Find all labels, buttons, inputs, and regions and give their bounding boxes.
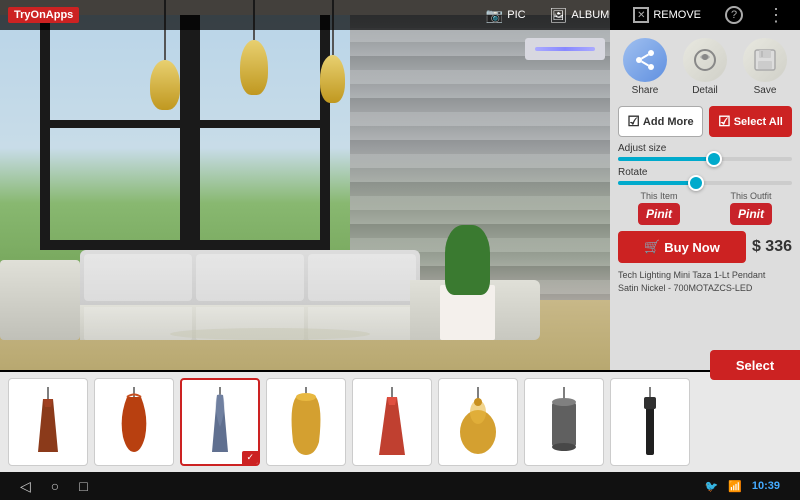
pinit-section: This Item Pinit This Outfit Pinit bbox=[618, 191, 792, 225]
brand-badge: TryOnApps bbox=[8, 7, 79, 23]
table-reflection bbox=[170, 328, 370, 340]
lamp-thumb-5[interactable] bbox=[352, 378, 432, 466]
sofa-back-section-3 bbox=[308, 254, 416, 301]
sofa-back bbox=[80, 250, 420, 305]
this-item-col: This Item Pinit bbox=[618, 191, 700, 225]
save-icon bbox=[743, 38, 787, 82]
status-bar-right: 🐦 📶 10:39 bbox=[704, 480, 780, 493]
wifi-icon: 📶 bbox=[728, 480, 742, 493]
ac-unit bbox=[525, 38, 605, 60]
sofa bbox=[80, 250, 420, 340]
lamp-thumb-1[interactable] bbox=[8, 378, 88, 466]
select-label: Select bbox=[736, 358, 774, 373]
album-button[interactable]: 🖼 ALBUM bbox=[544, 5, 616, 26]
rotate-fill bbox=[618, 181, 696, 185]
remove-button[interactable]: ✕ REMOVE bbox=[627, 5, 707, 25]
camera-icon: 📷 bbox=[486, 7, 503, 24]
window-crossbar-1 bbox=[40, 120, 190, 128]
pendant-shade-2 bbox=[240, 40, 268, 95]
sofa-back-section-1 bbox=[84, 254, 192, 301]
app: TryOnApps 📷 PIC 🖼 ALBUM ✕ REMOVE ? ⋮ bbox=[0, 0, 800, 500]
pic-button[interactable]: 📷 PIC bbox=[480, 5, 532, 26]
pinit-this-outfit-label: Pinit bbox=[738, 207, 764, 221]
buy-now-button[interactable]: 🛒 Buy Now bbox=[618, 231, 746, 263]
help-icon: ? bbox=[725, 6, 743, 24]
lamp-thumb-6[interactable] bbox=[438, 378, 518, 466]
bottom-strip: ✓ bbox=[0, 372, 800, 472]
save-button[interactable]: Save bbox=[743, 38, 787, 96]
pendant-shade-3 bbox=[320, 55, 345, 103]
sofa-back-section-2 bbox=[196, 254, 304, 301]
adjust-size-thumb[interactable] bbox=[706, 151, 722, 167]
plant bbox=[440, 285, 495, 340]
rotate-track[interactable] bbox=[618, 181, 792, 185]
lamp-thumb-2[interactable] bbox=[94, 378, 174, 466]
action-buttons-row: ☑ Add More ☑ Select All bbox=[618, 106, 792, 137]
chair bbox=[0, 260, 80, 340]
clock: 10:39 bbox=[752, 480, 780, 492]
this-outfit-col: This Outfit Pinit bbox=[710, 191, 792, 225]
nav-bar: ◁ ○ □ 🐦 📶 10:39 bbox=[0, 472, 800, 500]
album-icon: 🖼 bbox=[550, 7, 568, 24]
share-button[interactable]: Share bbox=[623, 38, 667, 96]
detail-icon bbox=[683, 38, 727, 82]
lamp-thumb-4[interactable] bbox=[266, 378, 346, 466]
add-more-button[interactable]: ☑ Add More bbox=[618, 106, 703, 137]
price-tag: $ 336 bbox=[752, 238, 792, 256]
pendant-shade-1 bbox=[150, 60, 180, 110]
panel-icons-row: Share Detail bbox=[623, 38, 787, 96]
detail-button[interactable]: Detail bbox=[683, 38, 727, 96]
add-icon: ☑ bbox=[627, 113, 640, 130]
adjust-size-fill bbox=[618, 157, 714, 161]
twitter-icon: 🐦 bbox=[704, 480, 718, 493]
main-scene bbox=[0, 0, 610, 370]
lamp-thumb-8[interactable] bbox=[610, 378, 690, 466]
selected-indicator: ✓ bbox=[242, 451, 258, 464]
more-icon: ⋮ bbox=[767, 5, 786, 26]
rotate-section: Rotate bbox=[618, 167, 792, 185]
plant-leaves bbox=[445, 225, 490, 295]
ac-display bbox=[535, 47, 595, 51]
more-button[interactable]: ⋮ bbox=[761, 3, 792, 28]
lamp-thumb-3[interactable]: ✓ bbox=[180, 378, 260, 466]
right-panel: Share Detail bbox=[610, 30, 800, 370]
rotate-thumb[interactable] bbox=[688, 175, 704, 191]
back-button[interactable]: ◁ bbox=[20, 478, 31, 495]
nav-icons-left: ◁ ○ □ bbox=[20, 478, 88, 495]
product-description: Tech Lighting Mini Taza 1-Lt Pendant Sat… bbox=[618, 269, 792, 294]
buy-row: 🛒 Buy Now $ 336 bbox=[618, 231, 792, 263]
adjust-size-section: Adjust size bbox=[618, 143, 792, 161]
select-button[interactable]: Select bbox=[710, 350, 800, 380]
window-crossbar-2 bbox=[190, 120, 330, 128]
pinit-this-outfit-button[interactable]: Pinit bbox=[730, 203, 772, 225]
toolbar: TryOnApps 📷 PIC 🖼 ALBUM ✕ REMOVE ? ⋮ bbox=[0, 0, 800, 30]
recents-button[interactable]: □ bbox=[79, 478, 87, 494]
select-all-icon: ☑ bbox=[718, 113, 731, 130]
home-button[interactable]: ○ bbox=[51, 478, 59, 494]
lamp-thumb-7[interactable] bbox=[524, 378, 604, 466]
pinit-this-item-button[interactable]: Pinit bbox=[638, 203, 680, 225]
remove-icon: ✕ bbox=[633, 7, 649, 23]
cart-icon: 🛒 bbox=[644, 239, 660, 255]
help-button[interactable]: ? bbox=[719, 4, 749, 26]
share-icon bbox=[623, 38, 667, 82]
adjust-size-track[interactable] bbox=[618, 157, 792, 161]
select-all-button[interactable]: ☑ Select All bbox=[709, 106, 792, 137]
pinit-this-item-label: Pinit bbox=[646, 207, 672, 221]
